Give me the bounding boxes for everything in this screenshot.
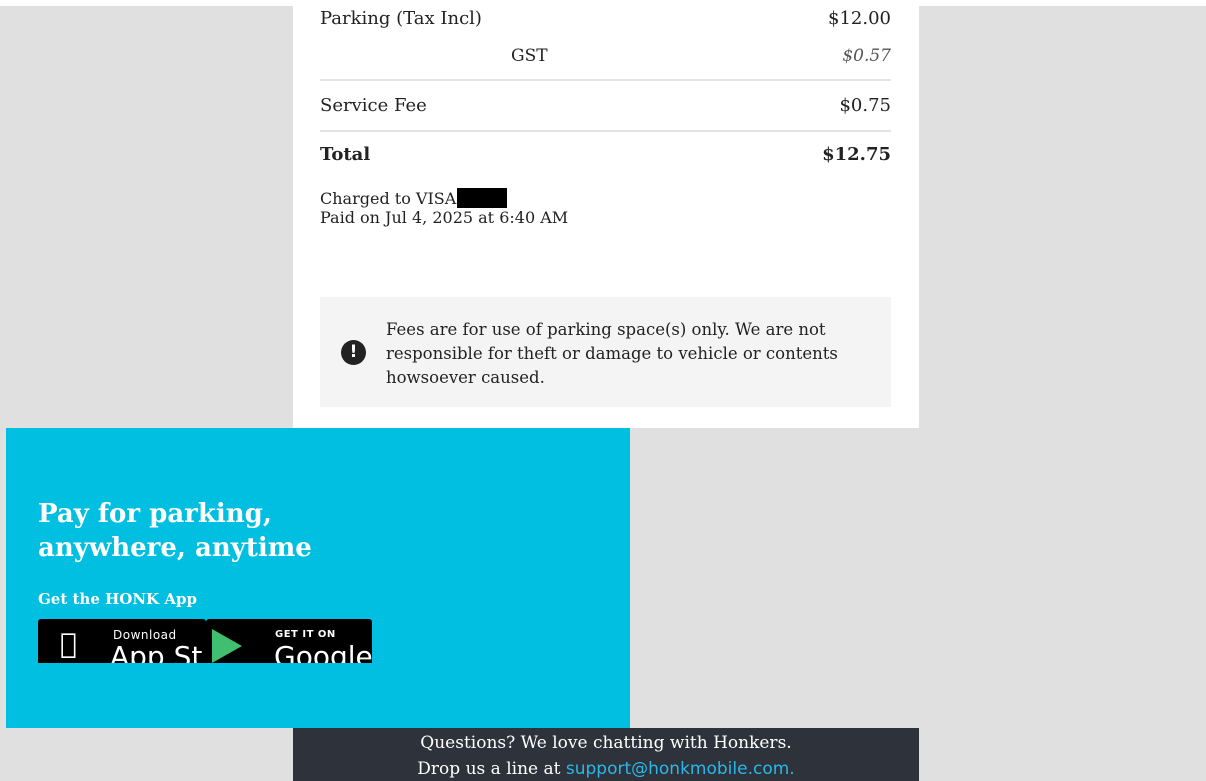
apple-icon:  xyxy=(60,627,77,660)
total-label: Total xyxy=(320,144,371,165)
support-footer: Questions? We love chatting with Honkers… xyxy=(293,728,919,781)
divider xyxy=(320,79,891,81)
support-line2-prefix: Drop us a line at xyxy=(417,759,566,779)
parking-label: Parking (Tax Incl) xyxy=(320,8,482,29)
google-play-big-text: Google xyxy=(274,640,372,663)
promo-title-line2: anywhere, anytime xyxy=(38,533,312,563)
charged-to-line: Charged to VISA xyxy=(320,188,568,208)
redacted-card-number xyxy=(457,188,508,208)
paid-on-text: Paid on Jul 4, 2025 at 6:40 AM xyxy=(320,208,569,227)
app-promo-banner: Pay for parking, anywhere, anytime Get t… xyxy=(6,428,630,728)
support-email-link[interactable]: support@honkmobile.com. xyxy=(566,759,795,779)
parking-amount: $12.00 xyxy=(828,8,891,29)
liability-notice: ! Fees are for use of parking space(s) o… xyxy=(320,297,891,407)
notice-text: Fees are for use of parking space(s) onl… xyxy=(386,320,838,387)
receipt-card: Parking (Tax Incl) $12.00 GST $0.57 Serv… xyxy=(293,0,919,428)
exclamation-icon: ! xyxy=(341,340,366,365)
gst-label: GST xyxy=(511,46,548,66)
google-play-button[interactable]: GET IT ON Google xyxy=(206,619,372,663)
service-fee-label: Service Fee xyxy=(320,95,427,116)
support-line1: Questions? We love chatting with Honkers… xyxy=(420,733,792,753)
app-store-button[interactable]:  Download App St xyxy=(38,619,206,663)
gst-amount: $0.57 xyxy=(842,46,891,66)
promo-subtitle: Get the HONK App xyxy=(38,590,197,608)
total-amount: $12.75 xyxy=(822,144,891,165)
google-play-icon xyxy=(212,629,242,663)
service-fee-amount: $0.75 xyxy=(839,95,891,116)
charged-to-text: Charged to VISA xyxy=(320,189,457,208)
divider xyxy=(320,130,891,132)
promo-title: Pay for parking, anywhere, anytime xyxy=(38,497,312,565)
promo-title-line1: Pay for parking, xyxy=(38,499,272,529)
google-play-small-text: GET IT ON xyxy=(275,629,336,640)
payment-info: Charged to VISA Paid on Jul 4, 2025 at 6… xyxy=(320,188,568,227)
app-store-big-text: App St xyxy=(110,640,203,663)
support-line2: Drop us a line at support@honkmobile.com… xyxy=(293,758,919,781)
